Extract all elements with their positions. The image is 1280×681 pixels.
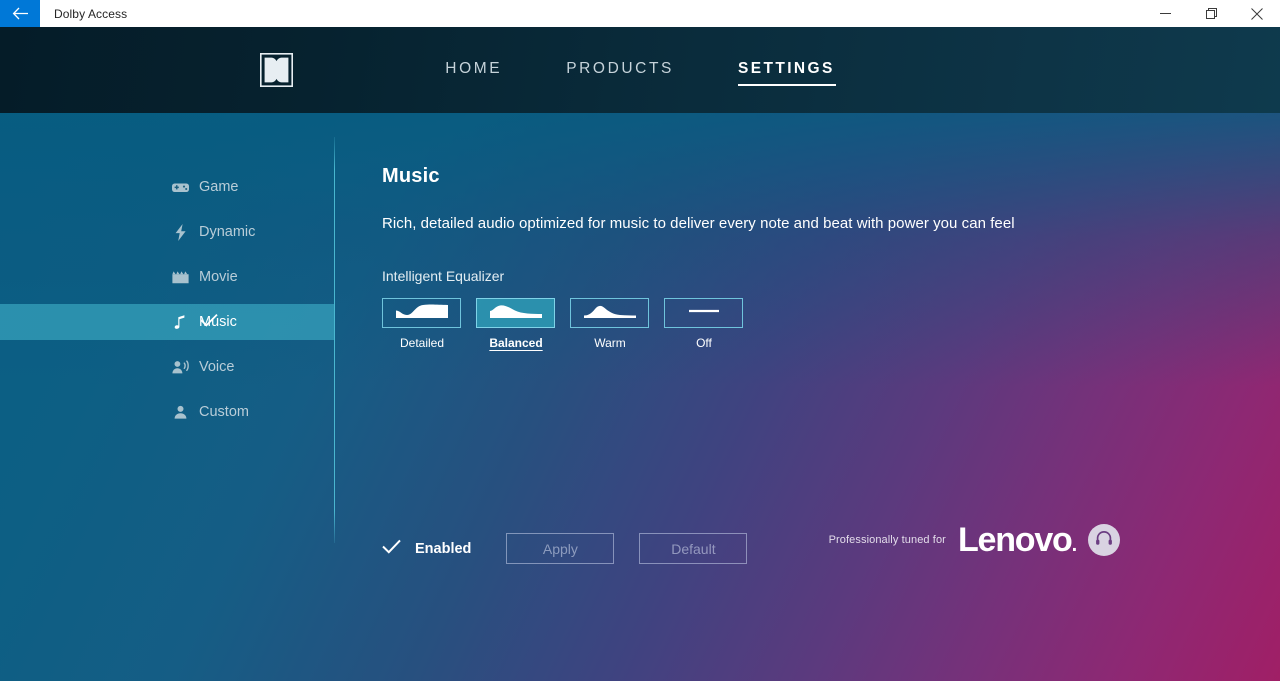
eq-option-warm: Warm	[570, 298, 650, 350]
page-title: Music	[382, 165, 440, 187]
sidebar-item-dynamic[interactable]: Dynamic	[0, 214, 334, 250]
app-title: Dolby Access	[54, 6, 128, 21]
sidebar-divider	[334, 137, 335, 543]
equalizer-section-label: Intelligent Equalizer	[382, 268, 505, 284]
nav-item-settings[interactable]: SETTINGS	[737, 60, 836, 86]
lenovo-wordmark: Lenovo.	[957, 521, 1077, 559]
eq-tile-warm[interactable]	[570, 298, 649, 328]
nav-items: HOME PRODUCTS SETTINGS	[0, 27, 1280, 113]
apply-button[interactable]: Apply	[506, 533, 615, 564]
enabled-label: Enabled	[415, 540, 472, 557]
eq-label-balanced: Balanced	[489, 336, 543, 350]
sidebar-item-game[interactable]: Game	[0, 169, 334, 205]
top-navigation-bar: HOME PRODUCTS SETTINGS	[0, 27, 1280, 113]
sidebar-item-music[interactable]: Music	[0, 304, 334, 340]
balanced-curve-icon	[488, 302, 544, 324]
eq-option-off: Off	[664, 298, 744, 350]
gamepad-icon	[170, 177, 190, 197]
check-icon	[382, 539, 401, 559]
enabled-toggle[interactable]: Enabled	[382, 539, 471, 559]
profile-description: Rich, detailed audio optimized for music…	[382, 215, 1015, 232]
sidebar-item-voice[interactable]: Voice	[0, 349, 334, 385]
lightning-bolt-icon	[170, 222, 190, 242]
eq-label-warm: Warm	[594, 336, 626, 350]
clapperboard-icon	[170, 267, 190, 287]
default-button[interactable]: Default	[639, 533, 748, 564]
eq-label-detailed: Detailed	[399, 336, 445, 350]
eq-option-detailed: Detailed	[382, 298, 462, 350]
minimize-icon	[1159, 8, 1171, 19]
nav-item-home[interactable]: HOME	[445, 60, 502, 81]
eq-tile-balanced[interactable]	[476, 298, 555, 328]
eq-tile-detailed[interactable]	[382, 298, 461, 328]
warm-curve-icon	[582, 302, 638, 324]
sidebar-item-custom[interactable]: Custom	[0, 394, 334, 430]
voice-person-icon	[170, 357, 190, 377]
person-icon	[170, 402, 190, 422]
nav-item-products[interactable]: PRODUCTS	[566, 60, 674, 81]
equalizer-options: Detailed Balanced Warm Off	[382, 298, 1280, 350]
check-icon	[200, 313, 218, 331]
eq-tile-off[interactable]	[664, 298, 743, 328]
sidebar-item-movie[interactable]: Movie	[0, 259, 334, 295]
brand-block: Professionally tuned for Lenovo.	[829, 523, 1120, 557]
minimize-button[interactable]	[1142, 0, 1188, 27]
close-icon	[1251, 7, 1263, 20]
footer-controls: Enabled Apply Default	[382, 533, 748, 564]
eq-option-balanced: Balanced	[476, 298, 556, 350]
content-area: Game Dynamic Movie Music Voice Custom Mu…	[0, 113, 1280, 681]
detailed-curve-icon	[394, 302, 450, 324]
headphones-icon	[1094, 528, 1114, 553]
back-button[interactable]	[0, 0, 40, 27]
back-arrow-icon	[12, 7, 29, 20]
brand-tagline: Professionally tuned for	[828, 534, 946, 546]
flat-line-icon	[676, 302, 732, 324]
app-window: HOME PRODUCTS SETTINGS Game Dynamic Movi…	[0, 27, 1280, 681]
restore-icon	[1205, 8, 1217, 19]
music-note-icon	[170, 312, 190, 332]
profile-detail-panel: Music Rich, detailed audio optimized for…	[382, 113, 1280, 350]
profile-sidebar: Game Dynamic Movie Music Voice Custom	[0, 169, 334, 430]
close-button[interactable]	[1234, 0, 1280, 27]
eq-label-off: Off	[696, 336, 712, 350]
window-controls	[1142, 0, 1280, 27]
brand-badge	[1088, 524, 1120, 556]
restore-button[interactable]	[1188, 0, 1234, 27]
window-titlebar: Dolby Access	[0, 0, 1280, 27]
